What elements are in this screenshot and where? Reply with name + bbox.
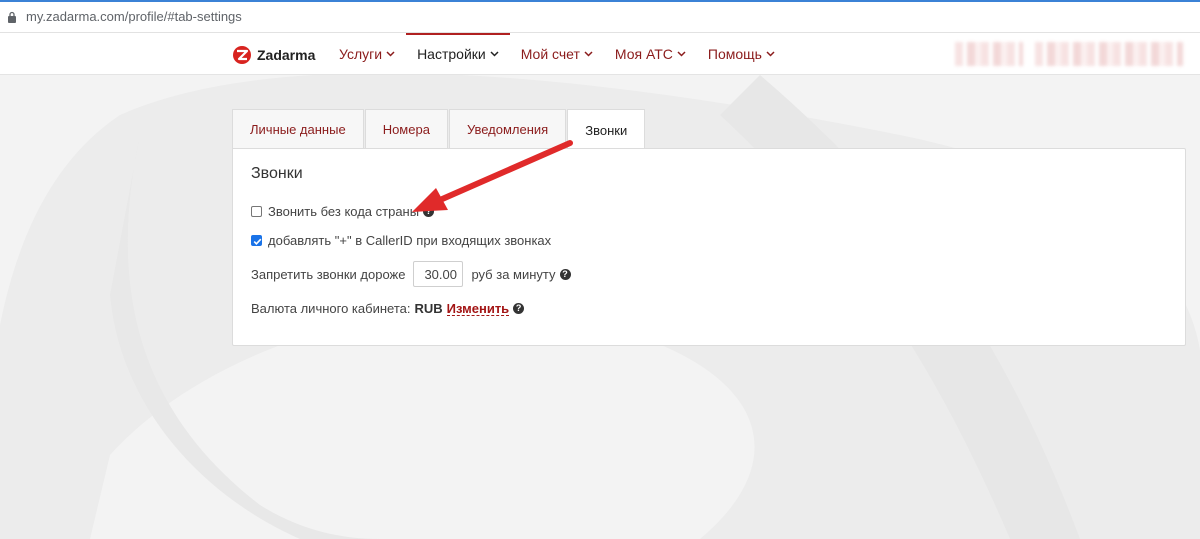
add-plus-callerid-checkbox[interactable] bbox=[251, 235, 262, 246]
zadarma-logo-icon bbox=[233, 46, 251, 64]
question-icon[interactable]: ? bbox=[423, 206, 435, 217]
max-price-label: Запретить звонки дороже bbox=[251, 266, 406, 282]
address-url[interactable]: my.zadarma.com/profile/#tab-settings bbox=[26, 9, 242, 24]
tab-personal-data[interactable]: Личные данные bbox=[232, 109, 364, 149]
checkmark-icon bbox=[253, 238, 262, 245]
menu-my-account-label: Мой счет bbox=[520, 46, 580, 62]
browser-address-bar[interactable]: my.zadarma.com/profile/#tab-settings bbox=[0, 0, 1200, 33]
currency-row: Валюта личного кабинета: RUB Изменить ? bbox=[251, 301, 525, 316]
logo-text: Zadarma bbox=[257, 47, 316, 63]
menu-settings-label: Настройки bbox=[417, 46, 486, 62]
menu-help[interactable]: Помощь bbox=[697, 33, 786, 75]
menu-services[interactable]: Услуги bbox=[328, 33, 406, 75]
blurred-user-balance bbox=[955, 42, 1023, 66]
currency-value: RUB bbox=[414, 301, 443, 316]
menu-services-label: Услуги bbox=[339, 46, 383, 62]
chevron-down-icon bbox=[386, 51, 395, 57]
chevron-down-icon bbox=[584, 51, 593, 57]
menu-my-pbx[interactable]: Моя АТС bbox=[604, 33, 697, 75]
max-price-input[interactable] bbox=[413, 261, 464, 287]
tab-notifications[interactable]: Уведомления bbox=[448, 109, 567, 149]
max-price-row: Запретить звонки дороже руб за минуту ? bbox=[251, 261, 571, 287]
question-icon[interactable]: ? bbox=[513, 303, 525, 314]
currency-label: Валюта личного кабинета: bbox=[251, 301, 411, 316]
change-currency-link[interactable]: Изменить bbox=[446, 302, 510, 316]
tab-numbers[interactable]: Номера bbox=[364, 109, 448, 149]
calls-settings-panel: Звонки Звонить без кода страны ? добавля… bbox=[232, 148, 1186, 346]
question-icon[interactable]: ? bbox=[559, 268, 571, 280]
blurred-user-name[interactable] bbox=[1035, 42, 1183, 66]
menu-my-pbx-label: Моя АТС bbox=[614, 46, 673, 62]
menu-settings[interactable]: Настройки bbox=[406, 33, 510, 75]
lock-icon bbox=[8, 11, 16, 23]
call-without-country-code-row: Звонить без кода страны ? bbox=[251, 204, 435, 219]
chevron-down-icon bbox=[677, 51, 686, 57]
call-without-country-code-checkbox[interactable] bbox=[251, 206, 262, 217]
call-without-country-code-label[interactable]: Звонить без кода страны bbox=[268, 204, 419, 219]
menu-help-label: Помощь bbox=[707, 46, 762, 62]
chevron-down-icon bbox=[490, 51, 499, 57]
zadarma-logo[interactable]: Zadarma bbox=[232, 45, 315, 65]
add-plus-callerid-label[interactable]: добавлять "+" в CallerID при входящих зв… bbox=[268, 233, 551, 248]
add-plus-callerid-row: добавлять "+" в CallerID при входящих зв… bbox=[251, 233, 551, 248]
top-navbar: Zadarma Услуги Настройки Мой счет Моя АТ… bbox=[0, 33, 1200, 75]
max-price-unit: руб за минуту bbox=[471, 266, 556, 282]
settings-tabs: Личные данные Номера Уведомления Звонки bbox=[232, 109, 646, 150]
tab-calls[interactable]: Звонки bbox=[567, 109, 646, 150]
chevron-down-icon bbox=[766, 51, 775, 57]
page: my.zadarma.com/profile/#tab-settings Zad… bbox=[0, 0, 1200, 539]
panel-title: Звонки bbox=[251, 165, 303, 182]
menu-my-account[interactable]: Мой счет bbox=[510, 33, 604, 75]
main-menu: Услуги Настройки Мой счет Моя АТС Помощь bbox=[328, 33, 786, 75]
